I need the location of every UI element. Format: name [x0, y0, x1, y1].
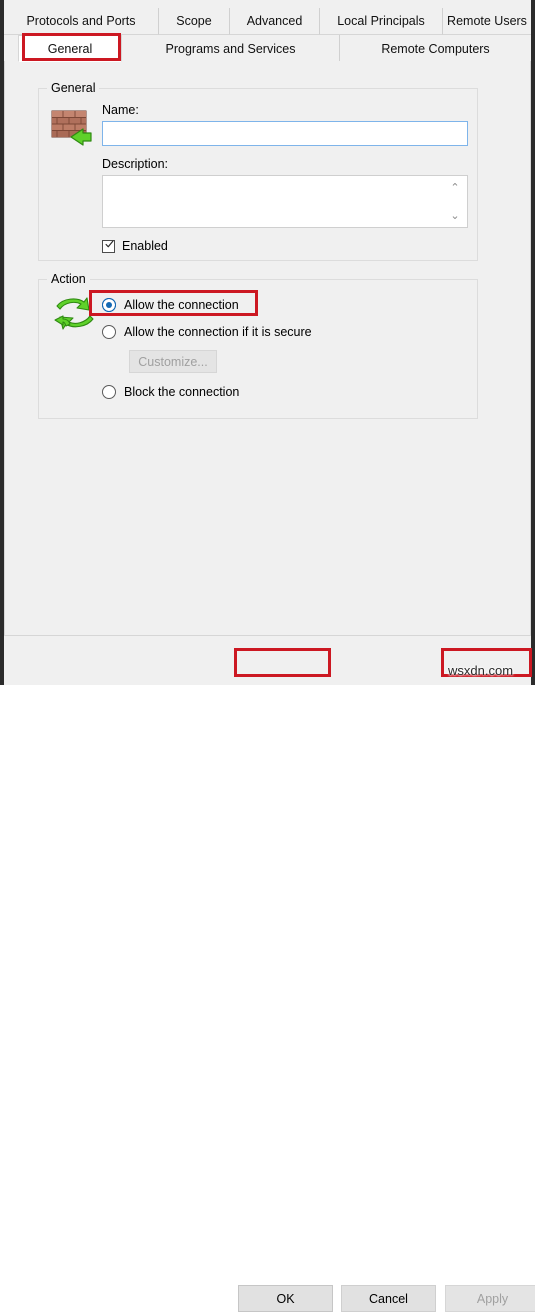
tab-strip: Protocols and Ports Scope Advanced Local…	[4, 8, 531, 62]
radio-label: Allow the connection	[124, 298, 239, 312]
tab-row-1: Protocols and Ports Scope Advanced Local…	[4, 8, 531, 35]
name-label: Name:	[102, 103, 139, 117]
tab-label: Scope	[176, 14, 212, 28]
tab-row-2: General Programs and Services Remote Com…	[4, 35, 531, 62]
tab-label: Local Principals	[337, 14, 425, 28]
general-group-title: General	[47, 81, 100, 95]
checkmark-icon	[105, 240, 114, 247]
firewall-rule-properties-dialog: Protocols and Ports Scope Advanced Local…	[0, 0, 535, 1312]
enabled-label: Enabled	[122, 239, 168, 253]
apply-button-label: Apply	[476, 1291, 509, 1306]
radio-row-allow-if-secure[interactable]: Allow the connection if it is secure	[102, 325, 312, 339]
enabled-checkbox-row[interactable]: Enabled	[102, 239, 168, 253]
tab-general[interactable]: General	[18, 35, 122, 62]
action-group-title: Action	[47, 272, 90, 286]
tab-programs-and-services[interactable]: Programs and Services	[122, 35, 340, 62]
radio-allow-connection[interactable]	[102, 298, 116, 312]
radio-block-connection[interactable]	[102, 385, 116, 399]
tab-label: Advanced	[246, 14, 303, 28]
tab-label: Programs and Services	[165, 41, 296, 56]
window-right-edge	[531, 0, 535, 685]
customize-button[interactable]: Customize...	[129, 350, 217, 373]
description-textarea[interactable]	[103, 176, 447, 227]
general-group-box: General Name: Description: ⌃ ⌄ Enabled	[38, 81, 478, 261]
green-circular-arrows-icon	[51, 292, 101, 338]
ok-button-label: OK	[276, 1291, 295, 1306]
enabled-checkbox[interactable]	[102, 239, 115, 253]
site-watermark: wsxdn.com	[448, 663, 514, 678]
cancel-button-label: Cancel	[369, 1291, 408, 1306]
radio-label: Block the connection	[124, 385, 240, 399]
apply-button[interactable]: Apply	[445, 1285, 535, 1312]
scroll-up-icon[interactable]: ⌃	[448, 182, 462, 194]
tab-page-inner: General Name: Description: ⌃ ⌄ Enabled A…	[12, 67, 523, 627]
radio-allow-if-secure[interactable]	[102, 325, 116, 339]
scroll-down-icon[interactable]: ⌄	[448, 210, 462, 222]
tab-advanced[interactable]: Advanced	[230, 8, 320, 35]
description-field[interactable]: ⌃ ⌄	[102, 175, 468, 228]
description-label: Description:	[102, 157, 168, 171]
tab-label: General	[47, 41, 93, 56]
tab-protocols-and-ports[interactable]: Protocols and Ports	[4, 8, 159, 35]
tab-label: Remote Computers	[381, 41, 490, 56]
radio-label: Allow the connection if it is secure	[124, 325, 312, 339]
tab-label: Remote Users	[447, 14, 527, 28]
ok-button[interactable]: OK	[238, 1285, 333, 1312]
tab-remote-computers[interactable]: Remote Computers	[340, 35, 531, 62]
window-top-edge	[0, 0, 535, 8]
tab-remote-users[interactable]: Remote Users	[443, 8, 531, 35]
action-group-box: Action Allow the connection Allow the co…	[38, 272, 478, 419]
tab-label: Protocols and Ports	[26, 14, 136, 28]
name-input[interactable]	[102, 121, 468, 146]
customize-button-label: Customize...	[138, 354, 208, 369]
tab-local-principals[interactable]: Local Principals	[320, 8, 443, 35]
radio-row-block-connection[interactable]: Block the connection	[102, 385, 239, 399]
radio-row-allow-connection[interactable]: Allow the connection	[102, 298, 239, 312]
tab-page-general: General Name: Description: ⌃ ⌄ Enabled A…	[4, 61, 531, 636]
firewall-brick-wall-icon	[51, 107, 95, 147]
tab-scope[interactable]: Scope	[159, 8, 230, 35]
cancel-button[interactable]: Cancel	[341, 1285, 436, 1312]
